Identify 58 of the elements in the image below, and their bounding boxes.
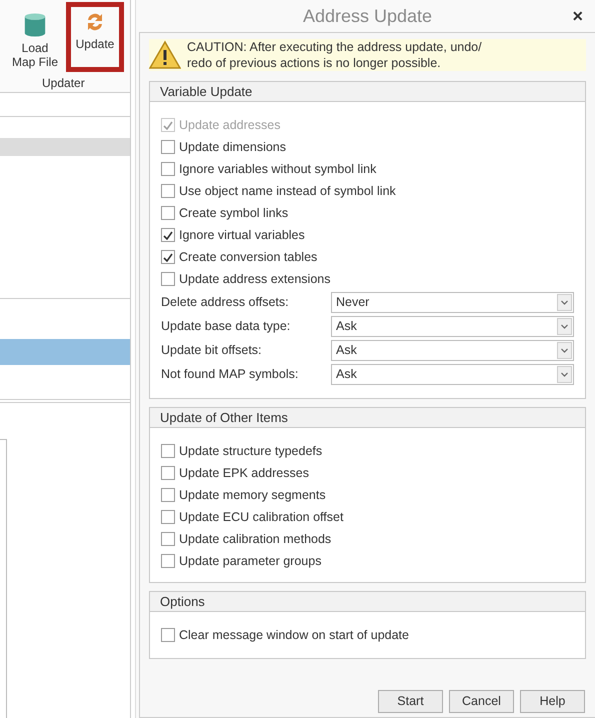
checkmark-icon	[163, 252, 173, 262]
database-icon	[23, 13, 47, 37]
caret-icon	[557, 294, 572, 310]
checkbox-label: Clear message window on start of update	[179, 626, 409, 644]
dropdown[interactable]: Ask	[331, 364, 574, 384]
checkbox-label: Update memory segments	[179, 486, 326, 504]
checkbox-label: Update addresses	[179, 116, 280, 134]
checkbox[interactable]	[161, 250, 175, 264]
checkbox[interactable]	[161, 140, 175, 154]
dialog-button[interactable]: Help	[520, 690, 585, 713]
checkbox[interactable]	[161, 554, 175, 568]
dialog-button[interactable]: Cancel	[449, 690, 514, 713]
checkbox[interactable]	[161, 228, 175, 242]
field-label: Update bit offsets:	[161, 342, 263, 359]
checkbox[interactable]	[161, 184, 175, 198]
checkbox-label: Update parameter groups	[179, 552, 322, 570]
ribbon-button[interactable]: Load Map File	[6, 4, 64, 74]
checkbox-label: Update structure typedefs	[179, 442, 322, 460]
checkbox[interactable]	[161, 532, 175, 546]
checkbox-label: Create conversion tables	[179, 248, 318, 266]
window-title: Address Update	[302, 4, 432, 28]
checkmark-icon	[163, 120, 173, 130]
checkbox-label: Update EPK addresses	[179, 464, 309, 482]
close-button[interactable]: ×	[572, 3, 583, 30]
checkbox[interactable]	[161, 444, 175, 458]
checkbox-label: Update dimensions	[179, 138, 286, 156]
caret-icon	[557, 342, 572, 358]
field-label: Update base data type:	[161, 318, 292, 335]
checkbox-label: Update calibration methods	[179, 530, 332, 548]
checkbox[interactable]	[161, 272, 175, 286]
checkbox-label: Update address extensions	[179, 270, 330, 288]
warning-icon	[149, 40, 181, 70]
checkbox-label: Use object name instead of symbol link	[179, 182, 396, 200]
dropdown[interactable]: Ask	[331, 340, 574, 360]
dropdown[interactable]: Ask	[331, 316, 574, 336]
group-label: Updater	[41, 75, 86, 92]
dialog-button[interactable]: Start	[378, 690, 443, 713]
ribbon-button[interactable]: Update	[66, 2, 124, 72]
checkbox[interactable]	[161, 206, 175, 220]
checkbox-label: Create symbol links	[179, 204, 288, 222]
caret-icon	[557, 366, 572, 382]
field-label: Delete address offsets:	[161, 294, 290, 311]
group-title: Variable Update	[150, 82, 585, 102]
dropdown[interactable]: Never	[331, 292, 574, 312]
checkbox[interactable]	[161, 510, 175, 524]
checkbox-label: Ignore virtual variables	[179, 226, 305, 244]
checkbox[interactable]	[161, 488, 175, 502]
checkbox[interactable]	[161, 628, 175, 642]
checkbox-label: Update ECU calibration offset	[179, 508, 344, 526]
group-title: Update of Other Items	[150, 408, 585, 428]
caret-icon	[557, 318, 572, 334]
field-label: Not found MAP symbols:	[161, 366, 300, 383]
checkbox-label: Ignore variables without symbol link	[179, 160, 376, 178]
checkbox[interactable]	[161, 466, 175, 480]
caution-message: CAUTION: After executing the address update, undo/ redo of previous actions is no longer possible.	[187, 39, 483, 71]
checkmark-icon	[163, 230, 173, 240]
group-title: Options	[150, 592, 585, 612]
checkbox[interactable]	[161, 162, 175, 176]
